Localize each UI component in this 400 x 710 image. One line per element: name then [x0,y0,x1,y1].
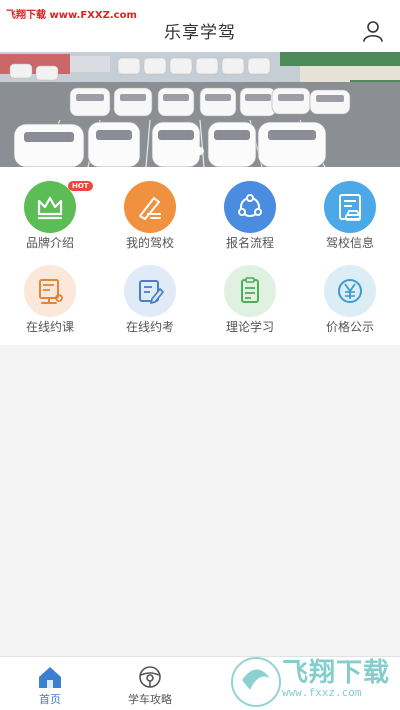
carousel-dot[interactable] [196,147,204,155]
steering-wheel-icon [137,665,163,689]
grid-item-label: 价格公示 [325,320,374,334]
carousel-indicator[interactable] [0,140,400,159]
grid-item-label: 品牌介绍 [25,236,74,250]
yen-icon [324,265,376,317]
tab-label: 首页 [39,693,61,706]
hot-badge: HOT [68,181,93,191]
grid-item-label: 报名流程 [225,236,274,250]
grid-item-my-school[interactable]: 我的驾校 [100,167,200,250]
grid-item-school-info[interactable]: 驾校信息 [300,167,400,250]
tab-label: 学车攻略 [128,693,172,706]
grid-item-theory-study[interactable]: 理论学习 [200,251,300,334]
grid-item-label: 在线约课 [25,320,74,334]
checklist-icon [224,265,276,317]
grid-item-price-list[interactable]: 价格公示 [300,251,400,334]
share-icon [224,181,276,233]
monitor-icon [24,265,76,317]
grid-item-label: 我的驾校 [125,236,174,250]
watermark-url: www.fxxz.com [282,686,362,699]
app-header: 飞翔下载 www.FXXZ.com 乐享学驾 [0,0,400,52]
grid-item-label: 驾校信息 [325,236,374,250]
pen-icon [124,181,176,233]
watermark-brand: 飞翔下载 [282,658,391,688]
grid-item-label: 在线约考 [125,320,174,334]
home-icon [37,665,63,689]
grid-item-brand-intro[interactable]: HOT 品牌介绍 [0,167,100,250]
user-profile-icon[interactable] [362,20,384,42]
page-title: 乐享学驾 [164,23,236,43]
edit-icon [124,265,176,317]
tab-home[interactable]: 首页 [0,657,100,710]
grid-item-online-lesson[interactable]: 在线约课 [0,251,100,334]
banner-carousel[interactable] [0,52,400,167]
grid-item-label: 理论学习 [225,320,274,334]
feature-grid: HOT 品牌介绍 我的驾校 报名流程 驾校信息 在线约课 在线约考 理论学习 价… [0,167,400,345]
car-document-icon [324,181,376,233]
grid-item-online-exam[interactable]: 在线约考 [100,251,200,334]
grid-item-signup-process[interactable]: 报名流程 [200,167,300,250]
tab-driving-guide[interactable]: 学车攻略 [100,657,200,710]
